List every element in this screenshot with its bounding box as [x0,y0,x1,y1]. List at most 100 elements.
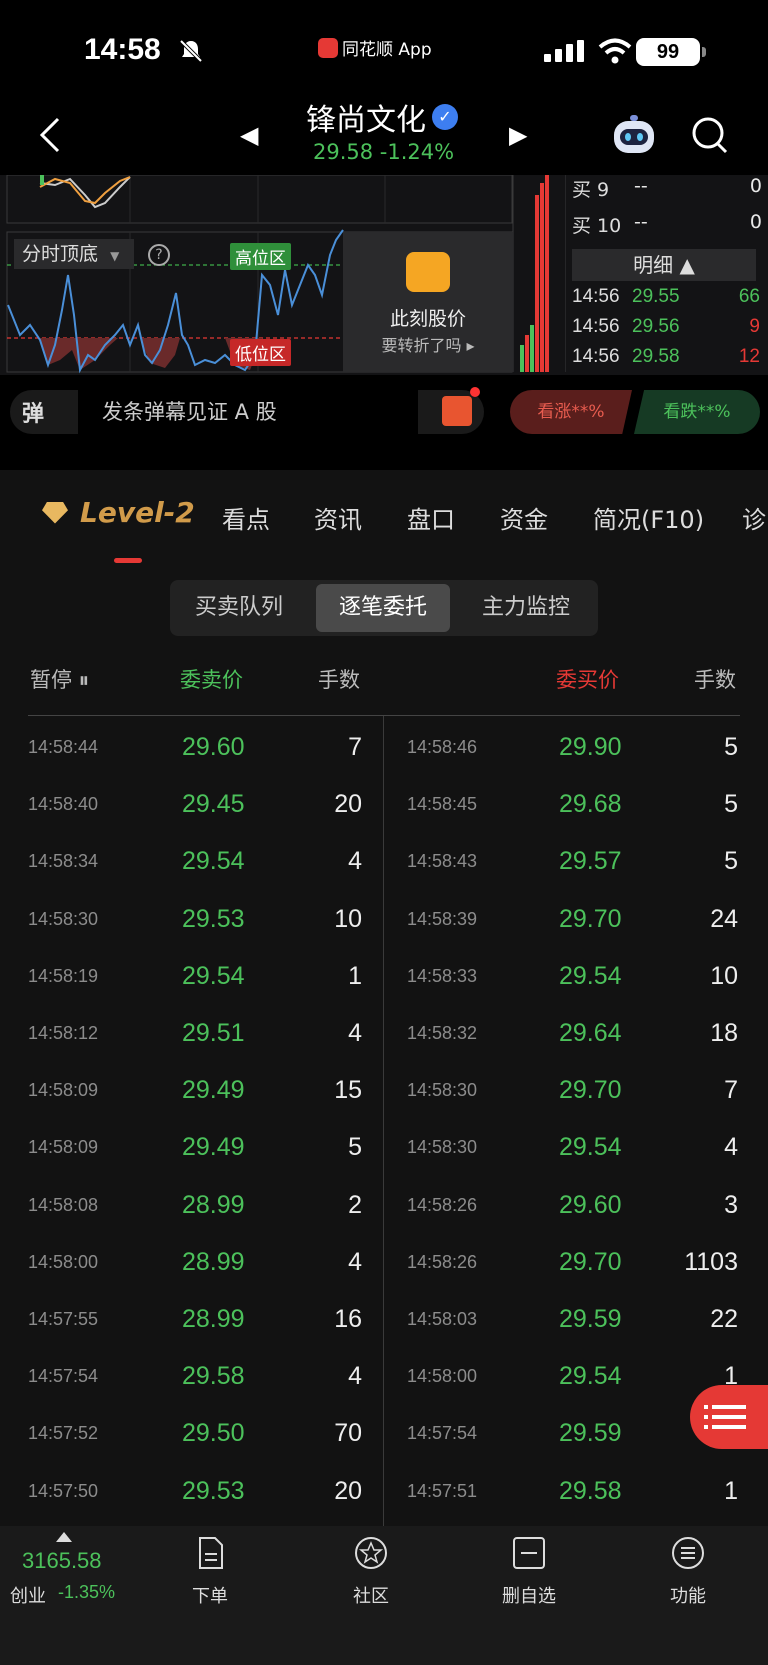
next-stock-button[interactable]: ▶ [509,121,527,149]
indicator-selector[interactable]: 分时顶底 ▼ [14,239,134,269]
promo-subtitle: 要转折了吗 ▸ [381,336,475,355]
sell-price: 29.51 [182,1019,245,1047]
buy-time: 14:58:33 [407,965,478,986]
segment-main-monitor[interactable]: 主力监控 [460,584,592,632]
notification-dot [470,387,480,397]
battery-indicator: 99 [636,38,706,66]
tab-diagnosis[interactable]: 诊 [742,500,766,535]
tick-time: 14:56 [572,316,620,337]
buy-price: 29.90 [559,733,622,761]
buy-price: 29.54 [559,1133,622,1162]
signal-icon [544,40,584,62]
buy-price: 29.54 [559,961,622,990]
wifi-icon [598,38,632,64]
order-row: 14:58:44 29.60 7 14:58:46 29.90 5 [0,721,768,778]
order-book-row: 买 10 -- 0 [572,211,762,237]
buy-time: 14:58:43 [407,851,478,872]
tab-level2[interactable]: Level-2 [42,496,195,529]
tick-time: 14:56 [572,346,620,367]
order-row: 14:58:19 29.54 1 14:58:33 29.54 10 [0,950,768,1007]
buy-qty-header: 手数 [694,668,736,692]
tab-highlights[interactable]: 看点 [222,500,270,535]
buy-qty: 3 [724,1190,738,1219]
order-row: 14:58:09 29.49 5 14:58:30 29.54 4 [0,1121,768,1178]
star-circle-icon [355,1537,387,1569]
remove-watchlist-button[interactable]: 删自选 [484,1536,574,1608]
tick-price: 29.55 [632,286,680,307]
buy-price: 29.60 [559,1190,622,1219]
buy-qty: 18 [710,1019,738,1047]
sell-qty: 4 [348,1362,362,1391]
index-value[interactable]: 3165.58 [22,1548,102,1574]
order-row: 14:57:5229.507014:57:5429.5921 [0,1407,768,1464]
sell-price: 28.99 [182,1305,245,1333]
buy-time: 14:58:30 [407,1080,478,1101]
menu-circle-icon [672,1537,704,1569]
functions-button[interactable]: 功能 [643,1536,733,1608]
tab-news[interactable]: 资讯 [314,500,362,535]
low-zone-tag: 低位区 [230,339,291,366]
order-row: 14:58:08 28.99 2 14:58:26 29.60 3 [0,1179,768,1236]
sell-qty-header: 手数 [318,668,360,692]
stock-price-change: 29.58 -1.24% [313,140,455,164]
bullish-vote-button[interactable]: 看涨**% [510,390,632,434]
sell-qty: 70 [334,1419,362,1448]
back-arrow-icon[interactable] [36,115,66,155]
buy-price: 29.70 [559,1076,622,1105]
expand-up-icon[interactable] [56,1532,72,1542]
main-panel: Level-2 看点 资讯 盘口 资金 简况(F10) 诊 买卖队列 逐笔委托 … [0,470,768,1526]
danmu-icon[interactable]: 弹 [22,396,44,428]
promo-title: 此刻股价 [389,308,466,330]
menu-fab[interactable] [690,1385,768,1449]
sell-time: 14:58:09 [28,1080,99,1101]
sell-time: 14:57:55 [28,1309,99,1329]
list-icon [704,1405,746,1429]
tab-f10[interactable]: 简况(F10) [593,500,704,535]
buy-qty: 24 [710,904,738,933]
tab-orderbook[interactable]: 盘口 [407,500,455,535]
sell-qty: 4 [348,1247,362,1276]
promo-banner[interactable]: 此刻股价 要转折了吗 ▸ [343,232,513,372]
bearish-vote-button[interactable]: 看跌**% [634,390,760,434]
robot-assistant-icon[interactable] [610,113,658,157]
buy-qty: 5 [724,790,738,819]
danmu-input[interactable]: 发条弹幕见证 A 股 [78,390,418,434]
buy-time: 14:58:26 [407,1251,478,1272]
sell-price: 29.60 [182,733,245,761]
segment-order-by-order[interactable]: 逐笔委托 [316,584,450,632]
buy-qty: 1103 [684,1247,738,1276]
previous-stock-button[interactable]: ◀ [240,121,258,149]
tick-qty: 12 [738,346,760,367]
order-row: 14:58:34 29.54 4 14:58:43 29.57 5 [0,835,768,892]
minus-square-icon [513,1537,545,1569]
segmented-control: 买卖队列 逐笔委托 主力监控 [170,580,598,636]
community-button[interactable]: 社区 [326,1536,416,1608]
sell-time: 14:57:52 [28,1423,99,1444]
gift-icon[interactable] [442,396,472,426]
sell-time: 14:58:00 [28,1251,99,1272]
search-icon[interactable] [690,113,730,157]
order-row: 14:57:54 29.58 4 14:58:00 29.54 1 [0,1350,768,1407]
sell-time: 14:58:08 [28,1194,99,1215]
help-icon[interactable]: ? [148,244,170,266]
segment-bid-ask-queue[interactable]: 买卖队列 [174,584,304,632]
buy-price: 29.57 [559,847,622,876]
bottom-bar: 3165.58 创业 -1.35% 下单 社区 删自选 功能 [0,1526,768,1665]
buy-price: 29.70 [559,1247,622,1276]
detail-toggle[interactable]: 明细 ▲ [572,249,756,281]
buy-time: 14:58:39 [407,908,478,929]
status-bar: 14:58 同花顺 App 99 [0,0,768,95]
sell-time: 14:58:12 [28,1023,99,1043]
sell-price: 29.54 [182,961,245,990]
sell-price: 29.49 [182,1076,245,1105]
tick-row: 14:56 29.56 9 [572,316,760,338]
sell-price: 28.99 [182,1190,245,1219]
buy-price: 29.59 [559,1305,622,1333]
tab-capital[interactable]: 资金 [500,500,548,535]
tick-qty: 9 [749,316,760,337]
sell-time: 14:58:44 [28,737,99,757]
place-order-button[interactable]: 下单 [165,1536,255,1608]
order-row: 14:58:12 29.51 4 14:58:32 29.64 18 [0,1007,768,1064]
pause-button[interactable]: 暂停 ⏸ [30,664,89,694]
sell-time: 14:57:54 [28,1366,99,1387]
